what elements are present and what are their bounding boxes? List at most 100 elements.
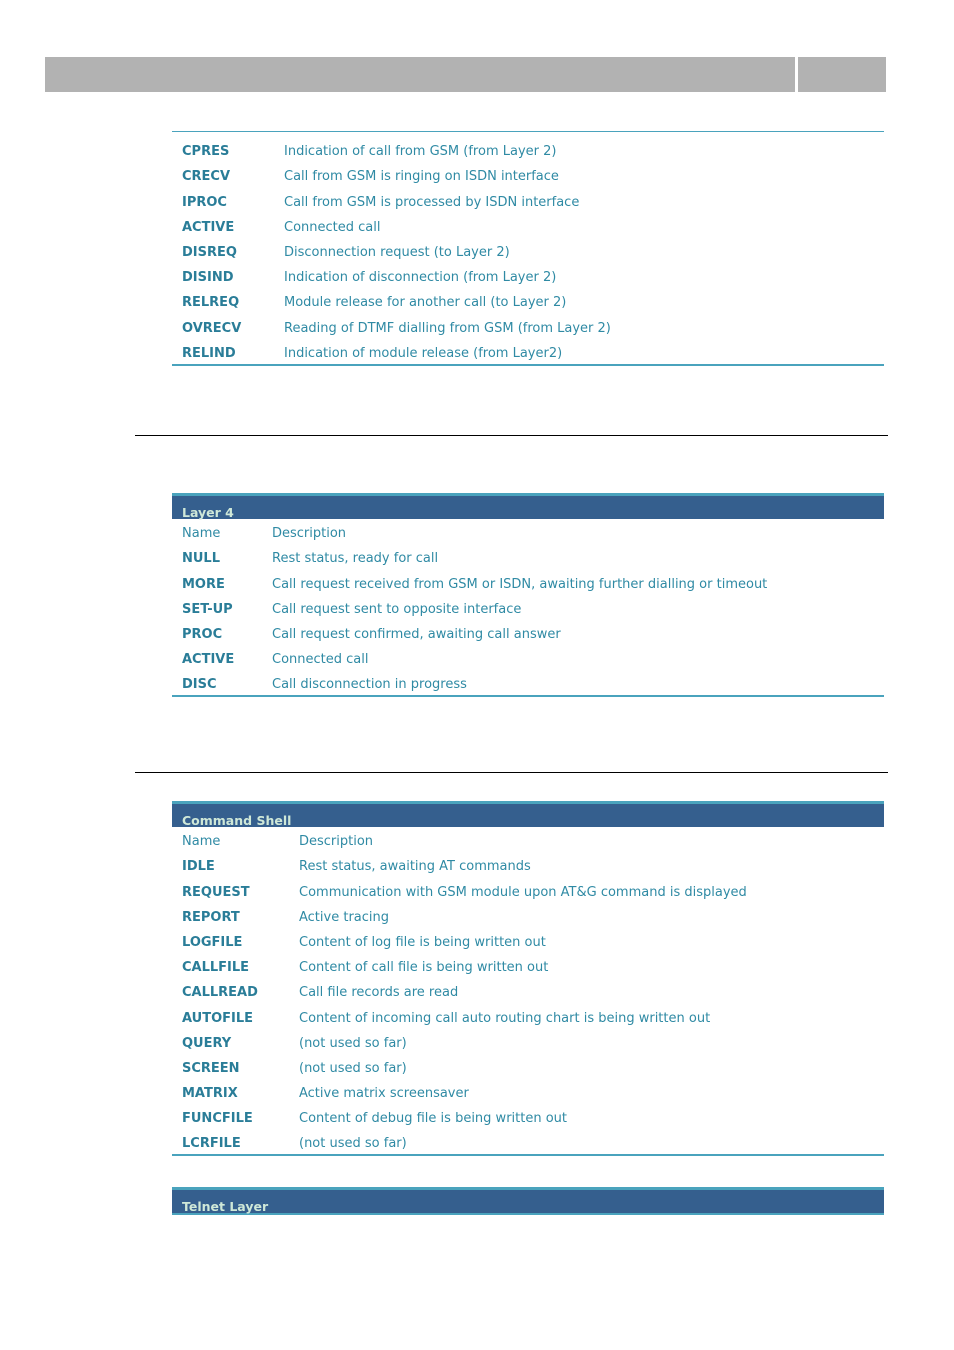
state-description: Call request received from GSM or ISDN, … <box>272 576 768 592</box>
state-name: RELIND <box>182 345 236 361</box>
state-name: MORE <box>182 576 225 592</box>
table-row: IDLE Rest status, awaiting AT commands <box>172 852 884 877</box>
state-name: REPORT <box>182 909 240 925</box>
state-name: QUERY <box>182 1035 232 1051</box>
state-description: Disconnection request (to Layer 2) <box>284 244 510 260</box>
table-bottom-border <box>172 363 884 366</box>
state-description: (not used so far) <box>299 1035 407 1051</box>
table-row: DISREQ Disconnection request (to Layer 2) <box>172 238 884 263</box>
table-caption: Layer 4 <box>172 493 884 520</box>
table-row: PROC Call request confirmed, awaiting cal… <box>172 620 884 645</box>
state-name: LCRFILE <box>182 1136 241 1152</box>
table-caption: Command Shell <box>172 801 884 828</box>
state-description: Module release for another call (to Laye… <box>284 295 567 311</box>
table-command-shell-states: Command Shell Name Description IDLE Rest st… <box>172 801 884 1157</box>
state-name: DISC <box>182 677 217 693</box>
state-description: Connected call <box>272 652 369 668</box>
state-name: SET-UP <box>182 601 233 617</box>
table-row: REQUEST Communication with GSM module upo… <box>172 877 884 902</box>
table-row: RELIND Indication of module release (from… <box>172 339 884 364</box>
state-description: Active tracing <box>299 909 390 925</box>
state-name: REQUEST <box>182 884 250 900</box>
state-description: Call from GSM is ringing on ISDN interfa… <box>284 169 559 185</box>
table-row: LOGFILE Content of log file is being writ… <box>172 928 884 953</box>
page-header-bar <box>45 57 795 92</box>
table-row: AUTOFILE Content of incoming call auto ro… <box>172 1003 884 1028</box>
state-name: IPROC <box>182 194 227 210</box>
state-name: CPRES <box>182 144 230 160</box>
state-description: (not used so far) <box>299 1060 407 1076</box>
state-name: NULL <box>182 551 221 567</box>
state-description: Call request confirmed, awaiting call an… <box>272 626 561 642</box>
table-row: ACTIVE Connected call <box>172 645 884 670</box>
table-header-row: Name Description <box>172 827 884 852</box>
table-row: DISC Call disconnection in progress <box>172 670 884 695</box>
column-header-name: Name <box>182 526 221 542</box>
state-description: Indication of disconnection (from Layer … <box>284 270 557 286</box>
column-header-description: Description <box>299 834 374 850</box>
state-description: Connected call <box>284 219 381 235</box>
table-caption-text: Command Shell <box>182 813 292 828</box>
table-row: CALLREAD Call file records are read <box>172 978 884 1003</box>
state-description: Content of call file is being written ou… <box>299 960 549 976</box>
state-description: Communication with GSM module upon AT&G … <box>299 884 747 900</box>
table-row: ACTIVE Connected call <box>172 213 884 238</box>
state-name: CALLFILE <box>182 960 250 976</box>
table-bottom-border <box>172 1213 884 1215</box>
state-description: Content of incoming call auto routing ch… <box>299 1010 711 1026</box>
table-header-row: Name Description <box>172 519 884 544</box>
table-caption: Telnet Layer <box>172 1187 884 1214</box>
table-row: CALLFILE Content of call file is being wr… <box>172 953 884 978</box>
table-bottom-border <box>172 695 884 698</box>
state-name: LOGFILE <box>182 934 243 950</box>
state-name: DISREQ <box>182 244 237 260</box>
section-divider <box>135 435 888 436</box>
table-caption-text: Layer 4 <box>182 505 234 520</box>
state-description: Indication of module release (from Layer… <box>284 345 563 361</box>
state-name: FUNCFILE <box>182 1111 253 1127</box>
table-row: FUNCFILE Content of debug file is being w… <box>172 1104 884 1129</box>
state-name: SCREEN <box>182 1060 240 1076</box>
state-name: DISIND <box>182 270 234 286</box>
table-row: MATRIX Active matrix screensaver <box>172 1079 884 1104</box>
state-description: Rest status, awaiting AT commands <box>299 859 531 875</box>
table-row: CRECV Call from GSM is ringing on ISDN in… <box>172 162 884 187</box>
table-layer3-states: CPRES Indication of call from GSM (from L… <box>172 131 884 366</box>
table-row: IPROC Call from GSM is processed by ISDN … <box>172 187 884 212</box>
table-row: SET-UP Call request sent to opposite inte… <box>172 595 884 620</box>
state-name: PROC <box>182 626 223 642</box>
state-description: Indication of call from GSM (from Layer … <box>284 144 557 160</box>
table-caption-text: Telnet Layer <box>182 1199 269 1214</box>
column-header-description: Description <box>272 526 347 542</box>
table-telnet-layer: Telnet Layer <box>172 1187 884 1215</box>
state-description: Reading of DTMF dialling from GSM (from … <box>284 320 611 336</box>
table-row: QUERY (not used so far) <box>172 1029 884 1054</box>
state-name: MATRIX <box>182 1086 238 1102</box>
state-name: AUTOFILE <box>182 1010 254 1026</box>
table-row: CPRES Indication of call from GSM (from L… <box>172 137 884 162</box>
state-name: CALLREAD <box>182 985 258 1001</box>
state-name: CRECV <box>182 169 231 185</box>
table-row: OVRECV Reading of DTMF dialling from GSM … <box>172 313 884 338</box>
state-description: Call disconnection in progress <box>272 677 467 693</box>
state-name: RELREQ <box>182 295 240 311</box>
section-divider <box>135 772 888 773</box>
state-description: Call request sent to opposite interface <box>272 601 522 617</box>
table-layer4-states: Layer 4 Name Description NULL Rest status, … <box>172 493 884 698</box>
table-row: MORE Call request received from GSM or IS… <box>172 569 884 594</box>
table-bottom-border <box>172 1154 884 1157</box>
state-name: ACTIVE <box>182 219 235 235</box>
state-name: ACTIVE <box>182 652 235 668</box>
column-header-name: Name <box>182 834 221 850</box>
page-number-box <box>798 57 886 92</box>
state-description: Call from GSM is processed by ISDN inter… <box>284 194 580 210</box>
state-description: Call file records are read <box>299 985 459 1001</box>
state-name: IDLE <box>182 859 215 875</box>
table-row: LCRFILE (not used so far) <box>172 1129 884 1154</box>
table-row: RELREQ Module release for another call (t… <box>172 288 884 313</box>
state-description: Content of debug file is being written o… <box>299 1111 567 1127</box>
state-description: Active matrix screensaver <box>299 1086 469 1102</box>
state-description: Rest status, ready for call <box>272 551 439 567</box>
table-row: NULL Rest status, ready for call <box>172 544 884 569</box>
state-description: (not used so far) <box>299 1136 407 1152</box>
